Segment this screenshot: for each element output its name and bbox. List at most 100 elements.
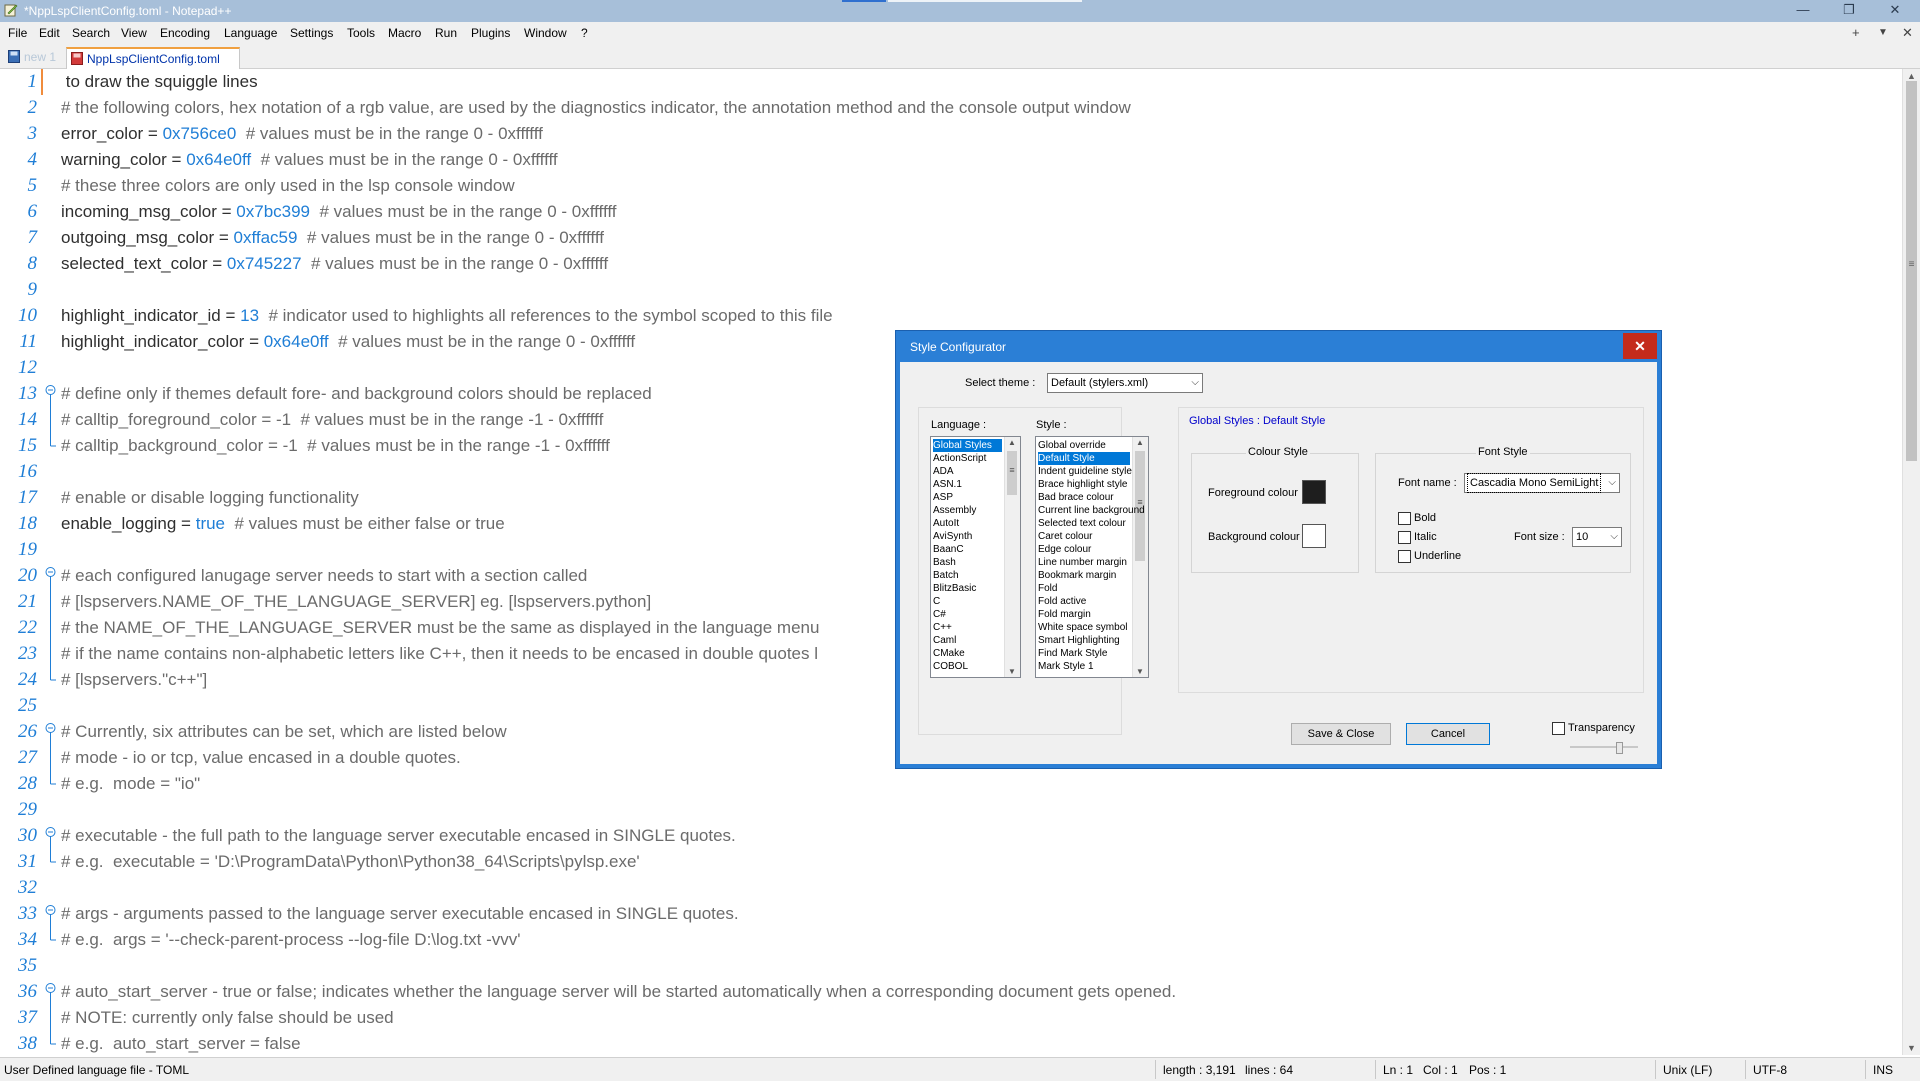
- language-list-item[interactable]: C#: [933, 608, 1002, 621]
- language-list-item[interactable]: Caml: [933, 634, 1002, 647]
- fold-collapse-icon[interactable]: [45, 719, 56, 745]
- scroll-up-icon[interactable]: ▲: [1136, 438, 1144, 447]
- code-line[interactable]: 32: [0, 875, 1900, 901]
- language-list-item[interactable]: ADA: [933, 465, 1002, 478]
- code-line[interactable]: 29: [0, 797, 1900, 823]
- style-list-item[interactable]: Current line background: [1038, 504, 1145, 517]
- scroll-down-icon[interactable]: ▼: [1136, 667, 1144, 676]
- theme-select[interactable]: Default (stylers.xml) ⌵: [1047, 373, 1203, 393]
- language-list-item[interactable]: Assembly: [933, 504, 1002, 517]
- style-list-item[interactable]: Edge colour: [1038, 543, 1130, 556]
- language-list-item[interactable]: AutoIt: [933, 517, 1002, 530]
- scrollbar-thumb[interactable]: [1906, 81, 1917, 461]
- fold-collapse-icon[interactable]: [45, 823, 56, 849]
- scroll-up-icon[interactable]: ▲: [1907, 71, 1916, 81]
- close-window-button[interactable]: ✕: [1872, 0, 1918, 22]
- language-list-item[interactable]: AviSynth: [933, 530, 1002, 543]
- fold-collapse-icon[interactable]: [45, 979, 56, 1005]
- code-line[interactable]: 28 # e.g. mode = "io": [0, 771, 1900, 797]
- menu-help[interactable]: ?: [581, 26, 588, 40]
- language-list-item[interactable]: CMake: [933, 647, 1002, 660]
- code-line[interactable]: 8 selected_text_color = 0x745227 # values…: [0, 251, 1900, 277]
- vertical-scrollbar[interactable]: ▲ ≡ ▼: [1902, 69, 1920, 1055]
- fold-collapse-icon[interactable]: [45, 563, 56, 589]
- code-line[interactable]: 36 # auto_start_server - true or false; i…: [0, 979, 1900, 1005]
- fold-collapse-icon[interactable]: [45, 381, 56, 407]
- style-list-item[interactable]: Mark Style 1: [1038, 660, 1130, 673]
- language-list-item[interactable]: Bash: [933, 556, 1002, 569]
- foreground-colour-swatch[interactable]: [1302, 480, 1326, 504]
- scroll-down-icon[interactable]: ▼: [1907, 1043, 1916, 1053]
- menu-file[interactable]: File: [8, 26, 27, 40]
- code-line[interactable]: 5 # these three colors are only used in t…: [0, 173, 1900, 199]
- style-list-item[interactable]: Bookmark margin: [1038, 569, 1130, 582]
- code-line[interactable]: 35: [0, 953, 1900, 979]
- tab-list-icon[interactable]: ▼: [1878, 27, 1888, 38]
- code-line[interactable]: 37 # NOTE: currently only false should be…: [0, 1005, 1900, 1031]
- font-size-select[interactable]: 10 ⌵: [1572, 527, 1622, 547]
- bold-checkbox[interactable]: [1398, 512, 1411, 525]
- code-line[interactable]: 6 incoming_msg_color = 0x7bc399 # values …: [0, 199, 1900, 225]
- menu-settings[interactable]: Settings: [290, 26, 333, 40]
- transparency-slider[interactable]: [1570, 742, 1638, 754]
- language-list-item[interactable]: Global Styles: [933, 439, 1002, 452]
- language-list-item[interactable]: Batch: [933, 569, 1002, 582]
- new-tab-icon[interactable]: +: [1852, 25, 1860, 40]
- save-close-button[interactable]: Save & Close: [1291, 723, 1391, 745]
- restore-button[interactable]: ❐: [1826, 0, 1872, 22]
- style-list-item[interactable]: Caret colour: [1038, 530, 1130, 543]
- tab-new-1[interactable]: new 1: [4, 47, 62, 67]
- style-list-item[interactable]: Smart Highlighting: [1038, 634, 1130, 647]
- language-list-scrollbar[interactable]: ▲ ≡ ▼: [1004, 437, 1020, 677]
- menu-window[interactable]: Window: [524, 26, 567, 40]
- menu-tools[interactable]: Tools: [347, 26, 375, 40]
- underline-checkbox[interactable]: [1398, 550, 1411, 563]
- style-list-item[interactable]: Bad brace colour: [1038, 491, 1130, 504]
- code-line[interactable]: 31 # e.g. executable = 'D:\ProgramData\Py…: [0, 849, 1900, 875]
- style-list[interactable]: ▲ ≡ ▼ Global override Default Style Indent…: [1035, 436, 1149, 678]
- style-list-item[interactable]: White space symbol: [1038, 621, 1130, 634]
- menu-run[interactable]: Run: [435, 26, 457, 40]
- code-line[interactable]: 33 # args - arguments passed to the langu…: [0, 901, 1900, 927]
- font-name-select[interactable]: Cascadia Mono SemiLight ⌵: [1464, 473, 1620, 493]
- dialog-title-bar[interactable]: Style Configurator ✕: [896, 331, 1661, 362]
- menu-language[interactable]: Language: [224, 26, 277, 40]
- language-list-item[interactable]: COBOL: [933, 660, 1002, 673]
- minimize-button[interactable]: —: [1780, 0, 1826, 22]
- code-line[interactable]: 30 # executable - the full path to the la…: [0, 823, 1900, 849]
- style-list-item[interactable]: Find Mark Style: [1038, 647, 1130, 660]
- menu-search[interactable]: Search: [72, 26, 110, 40]
- style-list-item[interactable]: Fold: [1038, 582, 1130, 595]
- language-list-item[interactable]: BlitzBasic: [933, 582, 1002, 595]
- menu-macro[interactable]: Macro: [388, 26, 421, 40]
- code-line[interactable]: 4 warning_color = 0x64e0ff # values must …: [0, 147, 1900, 173]
- style-list-item[interactable]: Indent guideline style: [1038, 465, 1132, 478]
- background-colour-swatch[interactable]: [1302, 524, 1326, 548]
- code-line[interactable]: 3 error_color = 0x756ce0 # values must be…: [0, 121, 1900, 147]
- language-list-item[interactable]: ASP: [933, 491, 1002, 504]
- language-list[interactable]: ▲ ≡ ▼ Global Styles ActionScript ADA ASN.1 A…: [930, 436, 1021, 678]
- transparency-checkbox[interactable]: [1552, 722, 1565, 735]
- tab-npplspclientconfig[interactable]: NppLspClientConfig.toml: [66, 47, 240, 70]
- menu-edit[interactable]: Edit: [39, 26, 60, 40]
- language-list-item[interactable]: C: [933, 595, 1002, 608]
- code-line[interactable]: 7 outgoing_msg_color = 0xffac59 # values …: [0, 225, 1900, 251]
- code-line[interactable]: 34 # e.g. args = '--check-parent-process …: [0, 927, 1900, 953]
- style-list-item[interactable]: Selected text colour: [1038, 517, 1130, 530]
- style-list-item[interactable]: Fold active: [1038, 595, 1130, 608]
- scroll-up-icon[interactable]: ▲: [1008, 438, 1016, 447]
- style-list-item[interactable]: Fold margin: [1038, 608, 1130, 621]
- menu-plugins[interactable]: Plugins: [471, 26, 510, 40]
- language-list-item[interactable]: C++: [933, 621, 1002, 634]
- code-line[interactable]: 1 to draw the squiggle lines: [0, 69, 1900, 95]
- code-line[interactable]: 9: [0, 277, 1900, 303]
- style-list-item[interactable]: Default Style: [1038, 452, 1130, 465]
- language-list-item[interactable]: BaanC: [933, 543, 1002, 556]
- cancel-button[interactable]: Cancel: [1406, 723, 1490, 745]
- style-list-item[interactable]: Global override: [1038, 439, 1130, 452]
- menu-view[interactable]: View: [121, 26, 147, 40]
- style-list-item[interactable]: Brace highlight style: [1038, 478, 1130, 491]
- language-list-item[interactable]: ActionScript: [933, 452, 1002, 465]
- code-line[interactable]: 38 # e.g. auto_start_server = false: [0, 1031, 1900, 1057]
- language-list-item[interactable]: ASN.1: [933, 478, 1002, 491]
